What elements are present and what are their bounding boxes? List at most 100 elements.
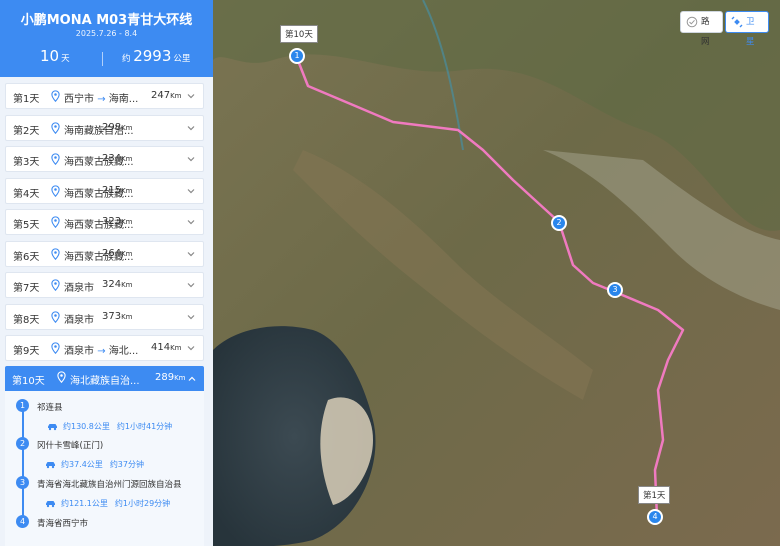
day-place: 酒泉市 → 海北...	[64, 342, 154, 357]
day-row[interactable]: 第3天 海西蒙古族藏... 234Km	[5, 146, 204, 172]
day-distance: 289Km	[155, 372, 186, 383]
day-distance-value: 298	[102, 121, 122, 133]
leg-distance: 约37.4公里	[61, 460, 103, 469]
day-distance-unit: Km	[174, 374, 186, 382]
trip-dates: 2025.7.26 - 8.4	[75, 29, 138, 38]
trip-days-value: 10	[40, 47, 60, 65]
day-distance-unit: Km	[121, 155, 133, 163]
day-row[interactable]: 第4天 海西蒙古族藏... 215Km	[5, 177, 204, 204]
day-distance-unit: Km	[121, 186, 133, 195]
day-label: 第10天	[12, 376, 45, 387]
day-distance-unit: Km	[170, 344, 182, 352]
day-place: 西宁市 → 海南...	[64, 90, 154, 105]
satellite-map[interactable]: 路网 卫星 第10天 第1天 1 2 3 4	[213, 0, 780, 546]
chevron-down-icon[interactable]	[187, 344, 195, 352]
location-pin-icon	[51, 279, 60, 291]
location-pin-icon	[51, 342, 60, 354]
day-distance-unit: Km	[121, 249, 133, 258]
day-row[interactable]: 第5天 海西蒙古族藏... 323Km	[5, 209, 204, 235]
satellite-label: 卫星	[746, 17, 755, 47]
stop-number-2: 2	[16, 437, 29, 450]
timeline-line	[22, 405, 24, 523]
route-marker-1[interactable]: 1	[289, 48, 305, 64]
arrow-icon: →	[97, 346, 106, 357]
day-row[interactable]: 第7天 酒泉市 324Km	[5, 272, 204, 298]
road-network-button[interactable]: 路网	[680, 11, 723, 47]
chevron-down-icon[interactable]	[187, 281, 195, 289]
leg-duration: 约37分钟	[109, 460, 144, 469]
day-row[interactable]: 第9天 酒泉市 → 海北... 414Km	[5, 335, 204, 361]
location-pin-icon	[51, 153, 60, 165]
day-distance-unit: Km	[170, 92, 182, 100]
day-distance-value: 324	[102, 279, 122, 290]
location-pin-icon	[51, 247, 60, 260]
itinerary-sidebar: 小鹏MONA M03青甘大环线 2025.7.26 - 8.4 10 天 约 29…	[0, 0, 213, 546]
day-row[interactable]: 第6天 海西蒙古族藏... 264Km	[5, 240, 204, 267]
day-distance-value: 323	[102, 216, 122, 227]
day-row-active[interactable]: 第10天 海北藏族自治... 289Km	[5, 366, 204, 391]
location-pin-icon	[51, 310, 60, 323]
day-distance-unit: Km	[121, 281, 133, 289]
day-label: 第2天	[13, 125, 40, 137]
trip-title: 小鹏MONA M03青甘大环线	[20, 13, 193, 28]
chevron-down-icon[interactable]	[187, 124, 195, 132]
satellite-icon	[731, 16, 743, 28]
day-label: 第1天	[13, 94, 40, 105]
road-network-icon	[686, 16, 698, 28]
leg-info-2: 约37.4公里 约37分钟	[45, 459, 144, 470]
day-distance-value: 234	[102, 153, 122, 164]
day-distance-unit: Km	[121, 123, 133, 132]
stop-name-2[interactable]: 冈什卡雪峰(正门)	[37, 439, 103, 451]
end-day-callout: 第10天	[280, 25, 318, 43]
day-distance: 373Km	[102, 311, 133, 322]
day-from: 酒泉市	[64, 346, 94, 357]
chevron-down-icon[interactable]	[187, 218, 195, 226]
day-distance: 298Km	[102, 122, 133, 133]
location-pin-icon	[51, 184, 60, 197]
stop-name-3[interactable]: 青海省海北藏族自治州门源回族自治县	[37, 478, 182, 490]
chevron-up-icon[interactable]	[188, 375, 196, 383]
car-icon	[46, 500, 55, 507]
leg-info-1: 约130.8公里 约1小时41分钟	[47, 421, 172, 432]
day-distance: 234Km	[102, 153, 133, 164]
leg-info-3: 约121.1公里 约1小时29分钟	[45, 498, 170, 509]
chevron-down-icon[interactable]	[187, 187, 195, 195]
day-row[interactable]: 第1天 西宁市 → 海南... 247Km	[5, 83, 204, 109]
day-to: 海南...	[108, 94, 139, 105]
trip-distance-prefix: 约	[122, 54, 131, 64]
chevron-down-icon[interactable]	[187, 313, 195, 321]
map-terrain	[213, 0, 780, 546]
day-distance-value: 247	[151, 90, 171, 101]
day-row[interactable]: 第2天 海南藏族自治... 298Km	[5, 114, 204, 141]
day-to: 海北...	[108, 346, 139, 357]
day-label: 第8天	[13, 314, 40, 326]
stop-name-4[interactable]: 青海省西宁市	[37, 517, 88, 529]
location-pin-icon	[57, 371, 66, 383]
satellite-button[interactable]: 卫星	[725, 11, 769, 47]
day-distance: 323Km	[102, 216, 133, 227]
day-row[interactable]: 第8天 酒泉市 373Km	[5, 303, 204, 330]
route-marker-4[interactable]: 4	[647, 509, 663, 525]
stop-number-4: 4	[16, 515, 29, 528]
chevron-down-icon[interactable]	[187, 92, 195, 100]
day-from: 酒泉市	[64, 314, 94, 326]
trip-days-stat: 10 天	[40, 47, 70, 65]
day-distance-value: 215	[102, 184, 122, 196]
car-icon	[46, 461, 55, 468]
chevron-down-icon[interactable]	[187, 250, 195, 258]
leg-duration: 约1小时41分钟	[116, 422, 173, 431]
location-pin-icon	[51, 121, 60, 134]
stop-name-1[interactable]: 祁连县	[37, 401, 63, 413]
stop-number-1: 1	[16, 399, 29, 412]
route-marker-3[interactable]: 3	[607, 282, 623, 298]
day-distance: 414Km	[151, 342, 182, 353]
chevron-down-icon[interactable]	[187, 155, 195, 163]
start-day-callout: 第1天	[638, 486, 671, 504]
route-marker-2[interactable]: 2	[551, 215, 567, 231]
day-distance-unit: Km	[121, 218, 133, 226]
location-pin-icon	[51, 216, 60, 228]
leg-distance: 约121.1公里	[61, 499, 108, 508]
day-distance-unit: Km	[121, 312, 133, 321]
day-label: 第4天	[13, 188, 40, 200]
day-distance: 215Km	[102, 185, 133, 196]
